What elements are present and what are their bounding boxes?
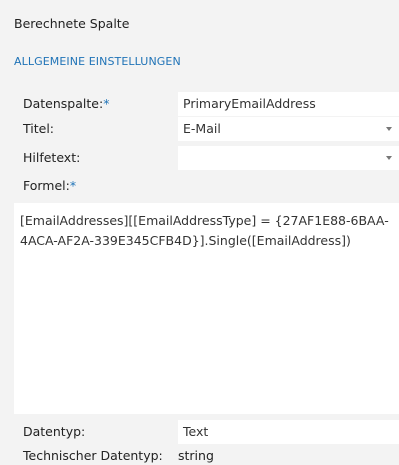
titel-select[interactable]: E-Mail <box>178 117 399 141</box>
row-technischer-datentyp: Technischer Datentyp: string <box>0 444 399 465</box>
datenspalte-input[interactable]: PrimaryEmailAddress <box>178 92 399 116</box>
row-hilfetext: Hilfetext: <box>0 146 399 170</box>
datentyp-label: Datentyp: <box>23 424 86 439</box>
chevron-down-icon[interactable] <box>386 156 392 160</box>
row-formel: Formel:* <box>0 174 399 198</box>
datentyp-value: Text <box>183 424 209 439</box>
formula-text: [EmailAddresses][[EmailAddressType] = {2… <box>20 213 389 248</box>
required-marker: * <box>69 178 77 193</box>
row-datentyp: Datentyp: Text <box>0 420 399 444</box>
titel-value: E-Mail <box>183 121 221 136</box>
datenspalte-label: Datenspalte:* <box>23 96 109 111</box>
technischer-datentyp-label: Technischer Datentyp: <box>23 448 163 463</box>
formel-label-text: Formel: <box>23 178 70 193</box>
row-titel: Titel: E-Mail <box>0 117 399 141</box>
panel-title: Berechnete Spalte <box>14 16 130 31</box>
formel-label: Formel:* <box>23 178 76 193</box>
tab-general-settings[interactable]: ALLGEMEINE EINSTELLUNGEN <box>14 55 181 68</box>
datenspalte-value: PrimaryEmailAddress <box>183 96 316 111</box>
titel-label: Titel: <box>23 121 54 136</box>
row-datenspalte: Datenspalte:* PrimaryEmailAddress <box>0 92 399 116</box>
hilfetext-label: Hilfetext: <box>23 150 81 165</box>
required-marker: * <box>103 96 110 111</box>
datentyp-field[interactable]: Text <box>178 420 399 444</box>
technischer-datentyp-value: string <box>178 448 214 463</box>
hilfetext-select[interactable] <box>178 146 399 170</box>
formula-textarea[interactable]: [EmailAddresses][[EmailAddressType] = {2… <box>14 203 399 414</box>
datenspalte-label-text: Datenspalte: <box>23 96 104 111</box>
chevron-down-icon[interactable] <box>386 127 392 131</box>
